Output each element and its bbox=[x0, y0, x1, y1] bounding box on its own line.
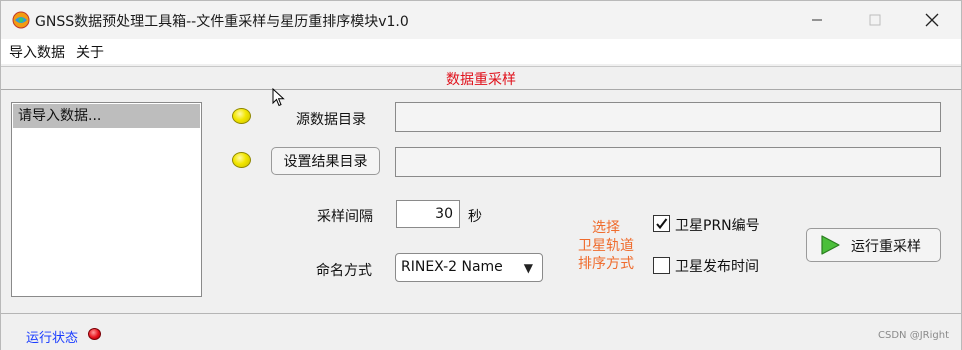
run-status-indicator bbox=[88, 328, 101, 340]
naming-method-label: 命名方式 bbox=[316, 263, 372, 279]
source-dir-field[interactable] bbox=[395, 102, 941, 132]
section-title: 数据重采样 bbox=[446, 72, 516, 88]
window-title: GNSS数据预处理工具箱--文件重采样与星历重排序模块v1.0 bbox=[35, 14, 409, 30]
close-icon bbox=[925, 13, 939, 27]
result-dir-field[interactable] bbox=[395, 147, 941, 177]
title-bar: GNSS数据预处理工具箱--文件重采样与星历重排序模块v1.0 bbox=[1, 1, 961, 39]
sampling-unit-label: 秒 bbox=[468, 209, 482, 225]
mouse-cursor-icon bbox=[272, 88, 285, 107]
close-button[interactable] bbox=[903, 1, 961, 39]
app-logo-icon bbox=[12, 11, 30, 29]
maximize-button[interactable] bbox=[846, 1, 904, 39]
prn-sort-checkbox[interactable] bbox=[653, 215, 670, 232]
menu-import-data[interactable]: 导入数据 bbox=[9, 42, 65, 62]
menu-bar: 导入数据 关于 bbox=[1, 39, 961, 64]
menu-about[interactable]: 关于 bbox=[76, 42, 104, 62]
source-dir-label: 源数据目录 bbox=[296, 112, 366, 128]
run-status-label: 运行状态 bbox=[26, 331, 79, 346]
list-item[interactable]: 请导入数据... bbox=[13, 104, 200, 128]
run-resample-label: 运行重采样 bbox=[851, 239, 921, 255]
orbit-sort-caption-line1: 选择 bbox=[592, 220, 620, 236]
result-dir-status-indicator bbox=[232, 152, 251, 168]
watermark: CSDN @JRight bbox=[878, 330, 949, 341]
naming-method-value: RINEX-2 Name bbox=[401, 259, 503, 275]
run-resample-button[interactable]: 运行重采样 bbox=[806, 228, 941, 262]
prn-sort-label[interactable]: 卫星PRN编号 bbox=[675, 215, 760, 235]
dropdown-arrow-icon: ▼ bbox=[523, 261, 533, 275]
section-header: 数据重采样 bbox=[1, 66, 961, 90]
maximize-icon bbox=[869, 14, 881, 26]
minimize-icon bbox=[812, 19, 822, 21]
orbit-sort-caption-line3: 排序方式 bbox=[578, 256, 634, 272]
status-bar: 运行状态 CSDN @JRight bbox=[1, 313, 961, 350]
naming-method-select[interactable]: RINEX-2 Name ▼ bbox=[395, 253, 543, 282]
set-result-dir-button[interactable]: 设置结果目录 bbox=[271, 147, 380, 175]
checkmark-icon bbox=[656, 218, 668, 230]
orbit-sort-caption-line2: 卫星轨道 bbox=[578, 238, 634, 254]
sampling-interval-label: 采样间隔 bbox=[317, 209, 373, 225]
sampling-interval-input[interactable]: 30 bbox=[396, 200, 460, 228]
file-listbox[interactable]: 请导入数据... bbox=[11, 102, 202, 297]
minimize-button[interactable] bbox=[788, 1, 846, 39]
publish-time-sort-label[interactable]: 卫星发布时间 bbox=[675, 256, 759, 276]
app-window: GNSS数据预处理工具箱--文件重采样与星历重排序模块v1.0 导入数据 关于 … bbox=[0, 0, 962, 350]
play-icon bbox=[821, 235, 840, 255]
source-dir-status-indicator bbox=[232, 108, 251, 124]
publish-time-sort-checkbox[interactable] bbox=[653, 257, 670, 274]
